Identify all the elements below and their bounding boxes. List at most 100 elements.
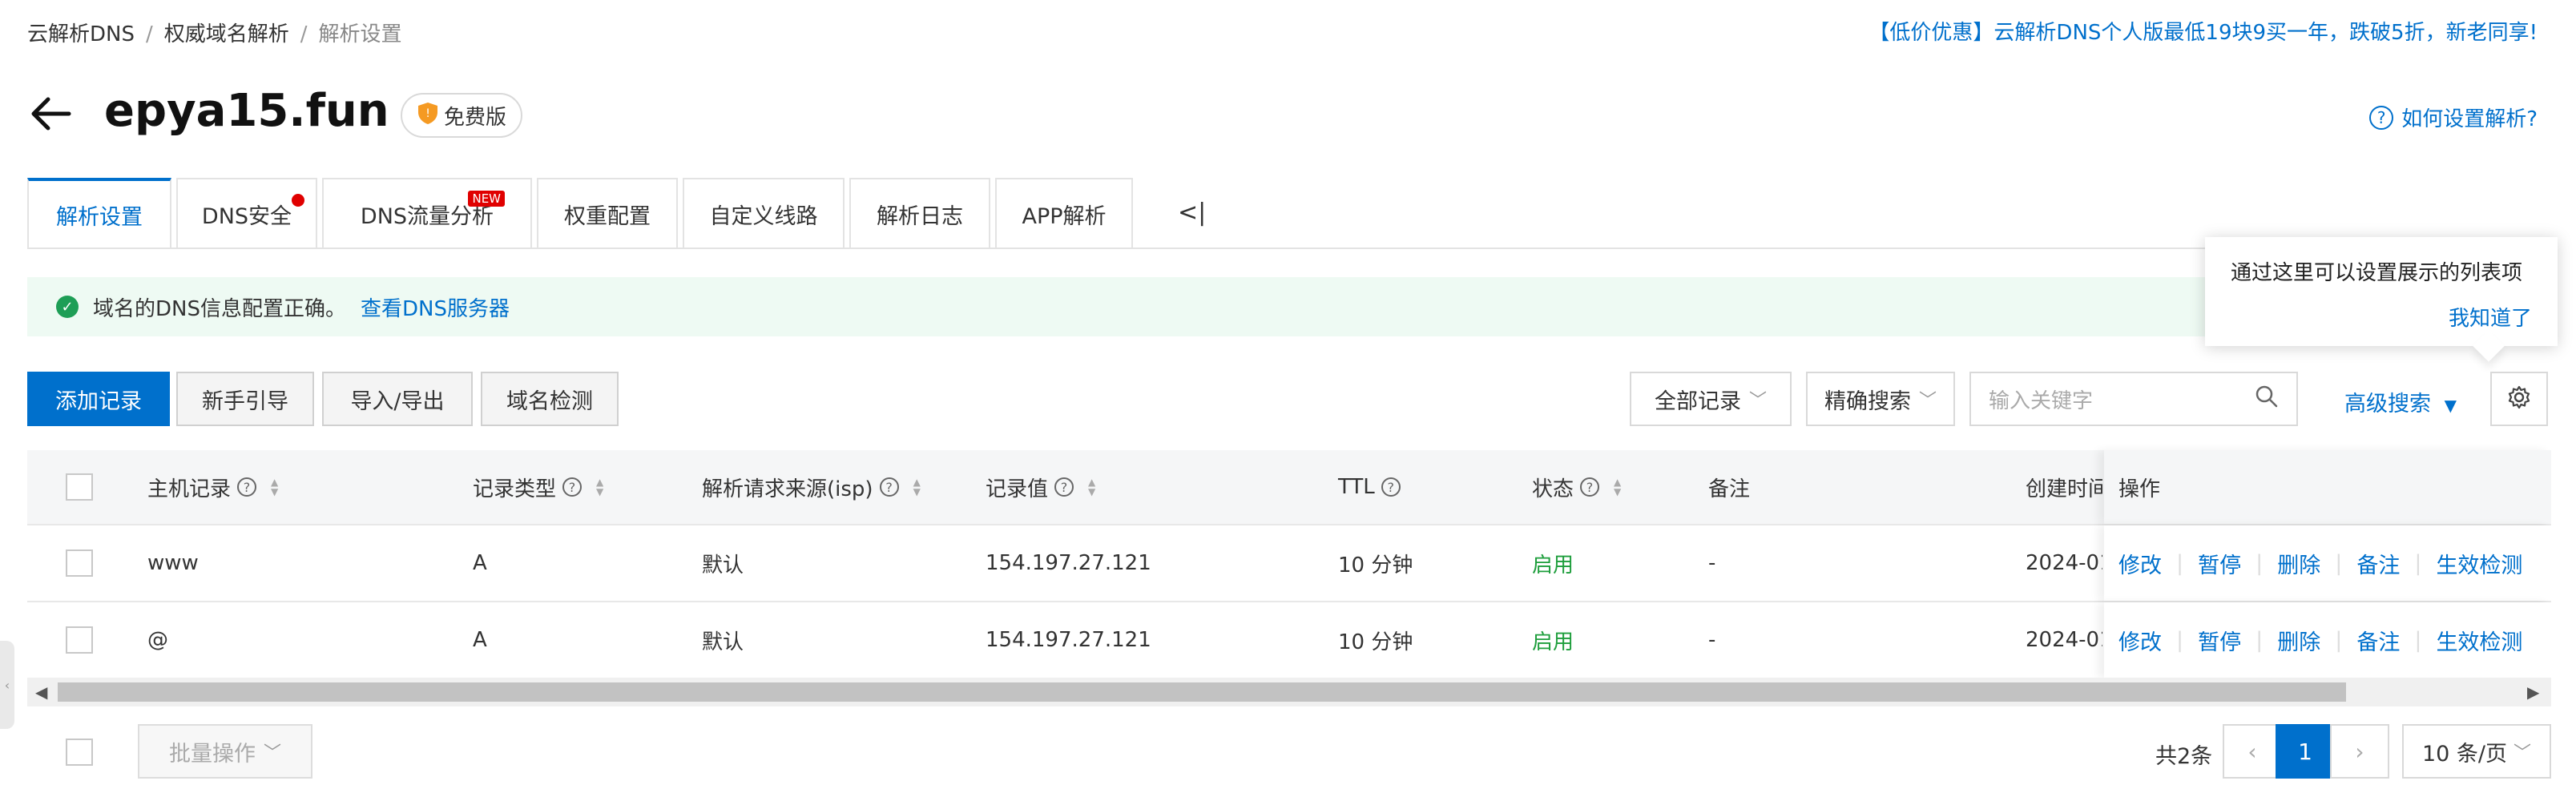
divider: | [2256,627,2264,653]
plan-badge: ! 免费版 [401,93,522,138]
delete-link[interactable]: 删除 [2277,625,2320,656]
advanced-search-link[interactable]: 高级搜索 ▼ [2344,386,2457,417]
scrollbar-thumb[interactable] [58,682,2346,702]
table-header: 主机记录? ▲ ▼ 记录类型? ▲ ▼ 解析请求来源(isp)? ▲ ▼ 记录值? ▲ ▼ TT… [27,450,2551,525]
verify-link[interactable]: 生效检测 [2436,548,2522,579]
remark-link[interactable]: 备注 [2356,625,2400,656]
tab-dns-settings[interactable]: 解析设置 [27,178,171,248]
help-link[interactable]: ? 如何设置解析? [2369,103,2538,132]
breadcrumb-item-dns[interactable]: 云解析DNS [27,22,135,46]
promo-link[interactable]: 【低价优惠】云解析DNS个人版最低19块9买一年，跌破5折，新老同享! [1869,16,2538,46]
header-value[interactable]: 记录值? ▲ ▼ [986,450,1095,524]
tab-app[interactable]: APP解析 [995,178,1133,248]
verify-link[interactable]: 生效检测 [2436,625,2522,656]
header-isp-label: 解析请求来源(isp) [702,477,873,501]
scroll-right-icon[interactable]: ▶ [2527,682,2539,702]
cell-type: A [473,628,487,652]
tab-dns-traffic[interactable]: DNS流量分析 NEW [322,178,532,248]
tab-weight[interactable]: 权重配置 [537,178,678,248]
prev-page-button[interactable]: ‹ [2223,724,2282,779]
header-isp[interactable]: 解析请求来源(isp)? ▲ ▼ [702,450,921,524]
page-button-current[interactable]: 1 [2276,724,2335,779]
tabs-collapse-icon[interactable]: <| [1178,199,1206,227]
row-actions: 修改 | 暂停 | 删除 | 备注 | 生效检测 [2104,602,2522,678]
domain-check-button[interactable]: 域名检测 [481,372,619,426]
help-icon[interactable]: ? [879,477,899,497]
tab-label: APP解析 [1022,203,1107,229]
advanced-search-label: 高级搜索 [2344,392,2431,417]
sort-icon[interactable]: ▲ ▼ [596,477,603,497]
sort-icon[interactable]: ▲ ▼ [1614,477,1621,497]
header-created: 创建时间 [2026,477,2102,501]
tab-divider [27,248,2551,249]
search-mode-value: 精确搜索 [1824,388,1911,414]
search-icon[interactable] [2255,384,2279,414]
sort-icon[interactable]: ▲ ▼ [271,477,278,497]
select-all-checkbox[interactable] [66,450,93,524]
divider: | [2414,550,2422,576]
edit-link[interactable]: 修改 [2118,625,2162,656]
tab-label: 解析日志 [877,203,963,229]
side-panel-handle[interactable]: ‹ [0,641,14,729]
breadcrumb-separator: / [145,22,153,46]
help-icon[interactable]: ? [562,477,583,497]
help-icon[interactable]: ? [1054,477,1074,497]
help-icon[interactable]: ? [1381,477,1401,497]
records-table: 主机记录? ▲ ▼ 记录类型? ▲ ▼ 解析请求来源(isp)? ▲ ▼ 记录值? ▲ ▼ TT… [27,450,2551,679]
svg-text:!: ! [425,107,430,120]
record-filter-select[interactable]: 全部记录 ﹀ [1630,372,1792,426]
divider: | [2256,550,2264,576]
header-host[interactable]: 主机记录? ▲ ▼ [147,450,278,524]
view-dns-servers-link[interactable]: 查看DNS服务器 [361,292,510,322]
header-value-label: 记录值 [986,477,1049,501]
delete-link[interactable]: 删除 [2277,548,2320,579]
search-input[interactable]: 输入关键字 [1969,372,2298,426]
guide-button[interactable]: 新手引导 [176,372,314,426]
import-export-button[interactable]: 导入/导出 [322,372,473,426]
tab-label: 自定义线路 [709,203,818,229]
help-icon[interactable]: ? [237,477,257,497]
back-arrow-icon[interactable] [27,90,75,138]
column-settings-button[interactable] [2490,372,2548,426]
sort-icon[interactable]: ▲ ▼ [913,477,921,497]
header-ops: 操作 [2118,477,2161,501]
chevron-left-icon: ‹ [4,677,10,693]
sort-icon[interactable]: ▲ ▼ [1088,477,1095,497]
pause-link[interactable]: 暂停 [2198,548,2241,579]
chevron-down-icon: ﹀ [1918,391,1937,411]
add-record-button[interactable]: 添加记录 [27,372,170,426]
header-status[interactable]: 状态? ▲ ▼ [1532,450,1621,524]
row-checkbox[interactable] [66,525,93,601]
caret-down-icon: ▼ [2444,396,2457,415]
tab-custom-line[interactable]: 自定义线路 [683,178,845,248]
search-mode-select[interactable]: 精确搜索 ﹀ [1806,372,1955,426]
cell-ttl: 10 分钟 [1338,630,1413,654]
scroll-left-icon[interactable]: ◀ [35,682,47,702]
check-circle-icon: ✓ [56,296,79,318]
bulk-actions-select[interactable]: 批量操作 ﹀ [138,724,312,779]
help-icon[interactable]: ? [1580,477,1600,497]
page-size-value: 10 条/页 [2421,741,2508,767]
chevron-down-icon: ﹀ [2514,743,2532,763]
page-size-select[interactable]: 10 条/页 ﹀ [2402,724,2551,779]
header-type[interactable]: 记录类型? ▲ ▼ [473,450,603,524]
header-remark: 备注 [1708,477,1751,501]
next-page-button[interactable]: › [2330,724,2389,779]
got-it-button[interactable]: 我知道了 [2231,302,2532,332]
cell-value: 154.197.27.121 [986,551,1151,575]
pause-link[interactable]: 暂停 [2198,625,2241,656]
bulk-actions-label: 批量操作 [168,741,256,767]
tab-label: 权重配置 [564,203,651,229]
remark-link[interactable]: 备注 [2356,548,2400,579]
tab-dns-security[interactable]: DNS安全 [176,178,317,248]
divider: | [2176,550,2184,576]
cell-status: 启用 [1532,553,1574,578]
edit-link[interactable]: 修改 [2118,548,2162,579]
footer-select-all-checkbox[interactable] [66,739,93,766]
breadcrumb-item-authoritative[interactable]: 权威域名解析 [164,22,289,46]
total-count: 共2条 [2155,744,2213,769]
search-placeholder: 输入关键字 [1989,388,2094,413]
row-checkbox[interactable] [66,602,93,678]
tab-logs[interactable]: 解析日志 [849,178,990,248]
cell-host: www [147,551,199,575]
